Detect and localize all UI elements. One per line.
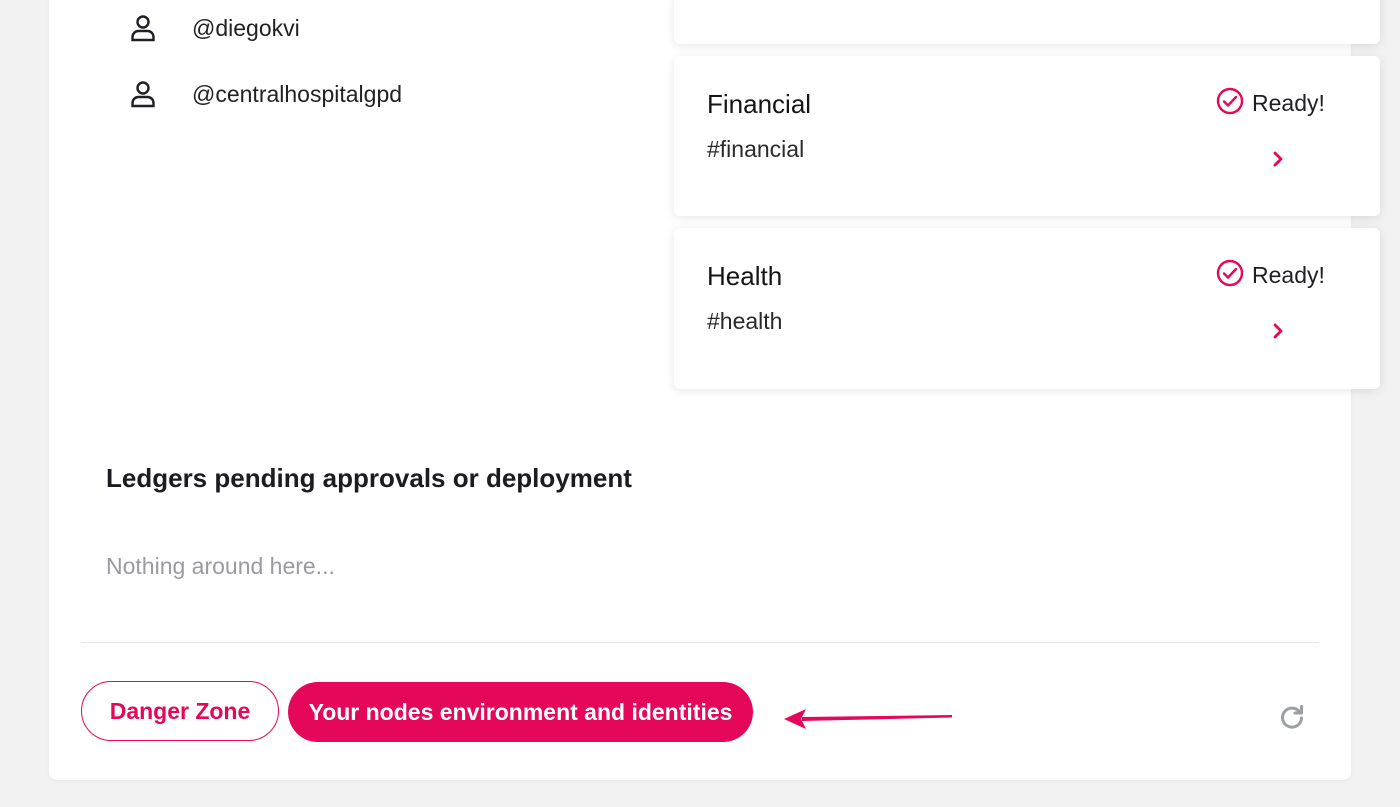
refresh-icon[interactable] (1278, 703, 1306, 731)
empty-state-text: Nothing around here... (106, 553, 335, 579)
ledger-tag: #financial (707, 136, 805, 162)
chevron-right-icon[interactable] (1268, 321, 1288, 341)
ledger-card-partial (674, 0, 1380, 44)
ledger-tag: #health (707, 308, 783, 334)
member-item: @diegokvi (128, 8, 300, 48)
check-circle-icon (1216, 87, 1244, 120)
check-circle-icon (1216, 259, 1244, 292)
ledger-card-financial[interactable]: Financial #financial Ready! (674, 56, 1380, 216)
user-icon (128, 79, 158, 109)
ledger-title: Health (707, 261, 783, 291)
ledger-status: Ready! (1216, 259, 1325, 292)
ledger-status: Ready! (1216, 87, 1325, 120)
member-handle: @diegokvi (192, 14, 300, 41)
pending-section-title: Ledgers pending approvals or deployment (106, 463, 632, 493)
ledger-title: Financial (707, 89, 812, 119)
status-text: Ready! (1252, 262, 1325, 288)
user-icon (128, 13, 158, 43)
ledger-card-health[interactable]: Health #health Ready! (674, 228, 1380, 389)
nodes-environment-button[interactable]: Your nodes environment and identities (288, 682, 753, 742)
chevron-right-icon[interactable] (1268, 149, 1288, 169)
arrow-left-icon (782, 704, 954, 739)
divider (81, 642, 1319, 643)
member-item: @centralhospitalgpd (128, 74, 402, 114)
danger-zone-button[interactable]: Danger Zone (81, 681, 279, 741)
member-handle: @centralhospitalgpd (192, 80, 403, 107)
status-text: Ready! (1252, 90, 1325, 116)
